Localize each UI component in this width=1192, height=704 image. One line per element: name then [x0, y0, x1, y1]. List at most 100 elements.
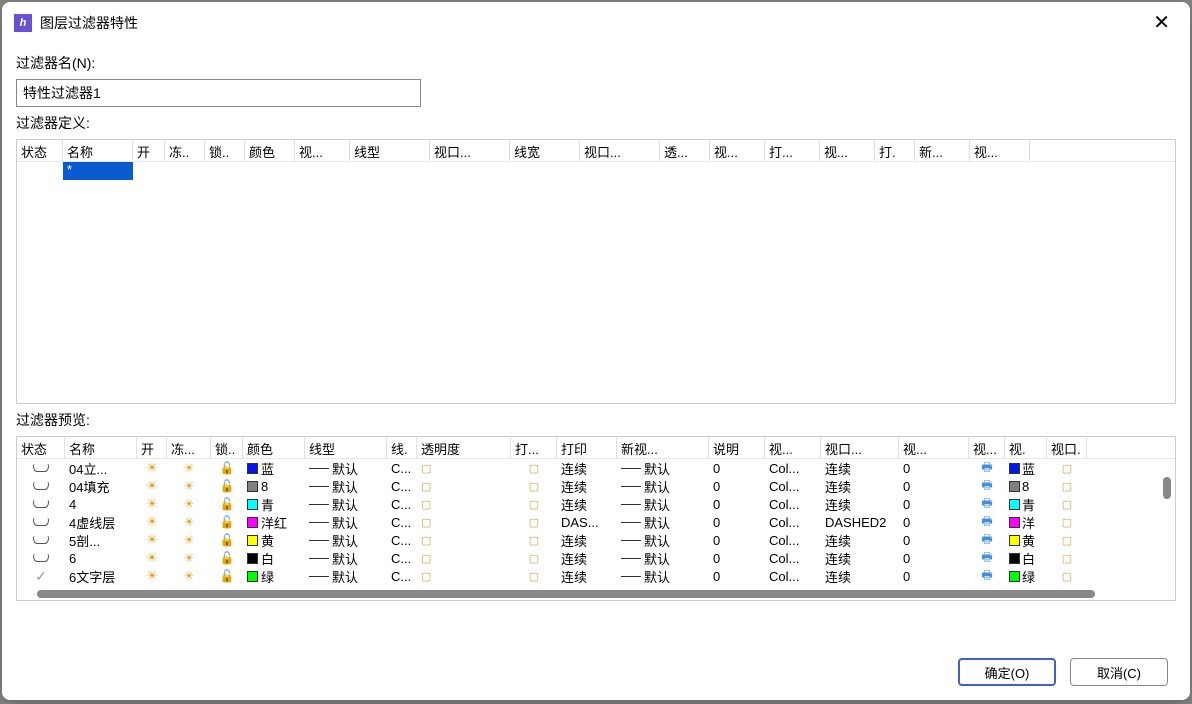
cancel-button[interactable]: 取消(C)	[1070, 658, 1168, 686]
filter-name-label: 过滤器名(N):	[16, 53, 1176, 73]
new-cell: 默认	[617, 495, 709, 514]
viewport-icon: ▢	[1062, 498, 1072, 511]
filter-name-input[interactable]	[16, 79, 421, 107]
def-header-5[interactable]: 颜色	[245, 140, 295, 161]
preview-header-12[interactable]: 说明	[709, 437, 765, 458]
snowflake-icon: ☀	[184, 497, 195, 511]
table-row[interactable]: 04立...☀☀🔓蓝默认C...▢▢连续默认0Col...连续0🖶蓝▢	[17, 459, 1175, 477]
pr1-cell: ▢	[511, 570, 557, 583]
def-header-15[interactable]: 打.	[875, 140, 915, 161]
viewport-icon: ▢	[529, 552, 539, 565]
unlock-icon: 🔓	[220, 479, 235, 493]
table-row[interactable]: 04填充☀☀🔓8默认C...▢▢连续默认0Col...连续0🖶8▢	[17, 477, 1175, 495]
unlock-icon: 🔓	[220, 551, 235, 565]
line-sample-icon	[621, 504, 641, 505]
color-swatch	[247, 481, 258, 492]
def-header-8[interactable]: 视口...	[430, 140, 510, 161]
filter-definition-panel: 状态名称开冻..锁..颜色视...线型视口...线宽视口...透...视...打…	[16, 139, 1176, 404]
table-row[interactable]: 6☀☀🔓白默认C...▢▢连续默认0Col...连续0🖶白▢	[17, 549, 1175, 567]
color-swatch	[247, 517, 258, 528]
preview-header-1[interactable]: 名称	[65, 437, 137, 458]
desc-cell: 0	[709, 515, 765, 530]
def-header-6[interactable]: 视...	[295, 140, 350, 161]
def-header-14[interactable]: 视...	[820, 140, 875, 161]
ok-button[interactable]: 确定(O)	[958, 658, 1056, 686]
def-header-2[interactable]: 开	[133, 140, 165, 161]
definition-blank-row[interactable]	[17, 180, 1175, 198]
freeze-cell: ☀	[167, 569, 211, 583]
table-row[interactable]: 4虚线层☀☀🔓洋红默认C...▢▢DAS...默认0Col...DASHED20…	[17, 513, 1175, 531]
sun-icon: ☀	[146, 514, 158, 530]
new-cell: 默认	[617, 567, 709, 586]
def-header-13[interactable]: 打...	[765, 140, 820, 161]
vpl-cell: 连续	[821, 459, 899, 478]
preview-header-8[interactable]: 透明度	[417, 437, 511, 458]
horizontal-scrollbar[interactable]	[37, 590, 1095, 598]
def-header-10[interactable]: 视口...	[580, 140, 660, 161]
freeze-cell: ☀	[167, 497, 211, 511]
preview-header-13[interactable]: 视...	[765, 437, 821, 458]
vpc-cell: Col...	[765, 551, 821, 566]
lock-cell: 🔓	[211, 569, 243, 583]
viewport-icon: ▢	[1062, 480, 1072, 493]
preview-header-17[interactable]: 视.	[1005, 437, 1047, 458]
vpcol-cell: 洋	[1005, 513, 1047, 532]
line-sample-icon	[309, 540, 329, 541]
def-header-7[interactable]: 线型	[350, 140, 430, 161]
color-swatch	[247, 553, 258, 564]
line-sample-icon	[309, 522, 329, 523]
def-header-11[interactable]: 透...	[660, 140, 710, 161]
color-cell: 青	[243, 495, 305, 514]
layer-state-icon	[33, 554, 49, 562]
def-header-3[interactable]: 冻..	[165, 140, 205, 161]
definition-name-cell[interactable]: *	[63, 162, 133, 180]
trans-cell: ▢	[417, 516, 511, 529]
color-swatch	[1009, 463, 1020, 474]
vpp-cell: 🖶	[969, 566, 1005, 587]
preview-header-6[interactable]: 线型	[305, 437, 387, 458]
preview-header-4[interactable]: 锁..	[211, 437, 243, 458]
print-cell: 连续	[557, 495, 617, 514]
print-cell: 连续	[557, 459, 617, 478]
viewport-icon: ▢	[1062, 570, 1072, 583]
name-cell: 5剖...	[65, 531, 137, 550]
preview-header-2[interactable]: 开	[137, 437, 167, 458]
preview-header-15[interactable]: 视...	[899, 437, 969, 458]
preview-header-9[interactable]: 打...	[511, 437, 557, 458]
preview-header-14[interactable]: 视口...	[821, 437, 899, 458]
linetype-cell: 默认	[305, 531, 387, 550]
preview-header-0[interactable]: 状态	[17, 437, 65, 458]
def-header-17[interactable]: 视...	[970, 140, 1030, 161]
sun-icon: ☀	[146, 532, 158, 548]
table-row[interactable]: 4☀☀🔓青默认C...▢▢连续默认0Col...连续0🖶青▢	[17, 495, 1175, 513]
vpcol-cell: 白	[1005, 549, 1047, 568]
lock-cell: 🔓	[211, 515, 243, 529]
color-swatch	[1009, 481, 1020, 492]
def-header-16[interactable]: 新...	[915, 140, 970, 161]
vpl-cell: 连续	[821, 495, 899, 514]
preview-header-5[interactable]: 颜色	[243, 437, 305, 458]
definition-row[interactable]: *	[17, 162, 1175, 180]
def-header-9[interactable]: 线宽	[510, 140, 580, 161]
preview-header-7[interactable]: 线.	[387, 437, 417, 458]
preview-header-11[interactable]: 新视...	[617, 437, 709, 458]
preview-header-3[interactable]: 冻...	[167, 437, 211, 458]
viewport-icon: ▢	[421, 552, 431, 565]
preview-header-18[interactable]: 视口.	[1047, 437, 1087, 458]
on-cell: ☀	[137, 514, 167, 530]
preview-header-16[interactable]: 视...	[969, 437, 1005, 458]
preview-header-10[interactable]: 打印	[557, 437, 617, 458]
line-sample-icon	[621, 522, 641, 523]
table-row[interactable]: ✓6文字层☀☀🔓绿默认C...▢▢连续默认0Col...连续0🖶绿▢	[17, 567, 1175, 585]
def-header-12[interactable]: 视...	[710, 140, 765, 161]
def-header-1[interactable]: 名称	[63, 140, 133, 161]
def-header-4[interactable]: 锁..	[205, 140, 245, 161]
close-icon[interactable]: ✕	[1145, 10, 1178, 35]
def-header-0[interactable]: 状态	[17, 140, 63, 161]
vp1-cell: C...	[387, 497, 417, 512]
vpt-cell: 0	[899, 461, 969, 476]
filter-preview-label: 过滤器预览:	[16, 410, 1176, 430]
preview-body[interactable]: 04立...☀☀🔓蓝默认C...▢▢连续默认0Col...连续0🖶蓝▢04填充☀…	[17, 459, 1175, 599]
table-row[interactable]: 5剖...☀☀🔓黄默认C...▢▢连续默认0Col...连续0🖶黄▢	[17, 531, 1175, 549]
vertical-scrollbar[interactable]	[1163, 477, 1171, 499]
